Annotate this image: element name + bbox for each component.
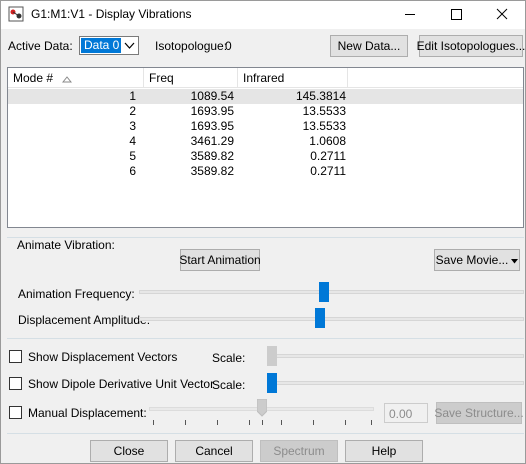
mode-cell: 3	[129, 119, 136, 133]
freq-cell: 3589.82	[190, 164, 234, 178]
displacement-scale-track[interactable]	[267, 354, 524, 358]
manual-displacement-checkbox[interactable]	[9, 406, 22, 419]
show-dipole-derivative-label: Show Dipole Derivative Unit Vector	[28, 377, 215, 391]
slider-tick	[153, 420, 154, 425]
help-button[interactable]: Help	[345, 440, 423, 462]
displacement-amplitude-slider-thumb[interactable]	[315, 308, 325, 328]
active-data-value: Data 0	[81, 38, 121, 53]
table-row[interactable]: 1 1089.54 145.3814	[8, 89, 523, 104]
slider-tick	[217, 420, 218, 425]
displacement-scale-label: Scale:	[212, 351, 246, 365]
mode-cell: 1	[129, 89, 136, 103]
slider-tick	[249, 420, 250, 425]
column-header-mode[interactable]: Mode #	[8, 68, 144, 88]
infrared-cell: 145.3814	[295, 89, 346, 103]
freq-cell: 1089.54	[190, 89, 234, 103]
minimize-icon	[387, 14, 433, 32]
column-mode-label: Mode #	[13, 71, 54, 85]
slider-tick	[262, 420, 263, 425]
slider-tick	[371, 420, 372, 425]
displacement-amplitude-label: Displacement Amplitude:	[18, 313, 151, 327]
slider-tick	[281, 420, 282, 425]
mode-cell: 6	[129, 164, 136, 178]
close-icon	[479, 8, 525, 32]
active-data-select[interactable]: Data 0	[79, 36, 139, 55]
active-data-label: Active Data:	[8, 39, 73, 53]
show-dipole-derivative-checkbox[interactable]	[9, 377, 22, 390]
infrared-cell: 0.2711	[310, 164, 346, 178]
table-row[interactable]: 5 3589.82 0.2711	[8, 149, 523, 164]
manual-displacement-value-field[interactable]: 0.00	[384, 403, 428, 423]
column-header-infrared[interactable]: Infrared	[238, 68, 348, 88]
group-divider	[7, 338, 524, 339]
dropdown-arrow-icon	[511, 253, 519, 267]
edit-isotopologues-button[interactable]: Edit Isotopologues...	[417, 35, 525, 57]
mode-cell: 4	[129, 134, 136, 148]
window-title: G1:M1:V1 - Display Vibrations	[31, 7, 192, 21]
save-movie-button[interactable]: Save Movie...	[434, 249, 520, 271]
infrared-cell: 13.5533	[302, 104, 346, 118]
freq-cell: 3589.82	[190, 149, 234, 163]
dipole-scale-track[interactable]	[267, 381, 524, 385]
cancel-button[interactable]: Cancel	[175, 440, 253, 462]
manual-displacement-slider-thumb[interactable]	[256, 398, 268, 417]
column-freq-label: Freq	[149, 71, 174, 85]
mode-cell: 2	[129, 104, 136, 118]
animation-frequency-slider-thumb[interactable]	[319, 282, 329, 302]
column-infrared-label: Infrared	[243, 71, 285, 85]
infrared-cell: 13.5533	[302, 119, 346, 133]
slider-tick	[185, 420, 186, 425]
infrared-cell: 1.0608	[309, 134, 346, 148]
show-displacement-vectors-checkbox[interactable]	[9, 350, 22, 363]
column-header-freq[interactable]: Freq	[144, 68, 238, 88]
save-movie-label: Save Movie...	[435, 253, 509, 267]
display-vibrations-window: G1:M1:V1 - Display Vibrations Active Dat…	[0, 0, 526, 464]
freq-cell: 1693.95	[190, 104, 234, 118]
new-data-button[interactable]: New Data...	[330, 35, 408, 57]
minimize-button[interactable]	[387, 1, 433, 29]
animation-frequency-track[interactable]	[139, 290, 524, 294]
manual-displacement-label: Manual Displacement:	[28, 406, 147, 420]
start-animation-button[interactable]: Start Animation	[179, 249, 261, 271]
maximize-button[interactable]	[433, 1, 479, 29]
displacement-scale-slider-thumb[interactable]	[267, 346, 277, 366]
save-structure-button[interactable]: Save Structure...	[434, 402, 524, 424]
close-button[interactable]: Close	[90, 440, 168, 462]
molecule-app-icon	[8, 6, 24, 22]
group-divider	[7, 433, 524, 434]
table-row[interactable]: 3 1693.95 13.5533	[8, 119, 523, 134]
freq-cell: 1693.95	[190, 119, 234, 133]
show-displacement-vectors-label: Show Displacement Vectors	[28, 350, 178, 364]
infrared-cell: 0.2711	[310, 149, 346, 163]
table-row[interactable]: 4 3461.29 1.0608	[8, 134, 523, 149]
table-row[interactable]: 6 3589.82 0.2711	[8, 164, 523, 179]
maximize-icon	[433, 9, 479, 32]
spectrum-button[interactable]: Spectrum	[260, 440, 338, 462]
table-row[interactable]: 2 1693.95 13.5533	[8, 104, 523, 119]
animate-vibration-label: Animate Vibration:	[17, 238, 115, 252]
slider-tick	[345, 420, 346, 425]
dipole-scale-label: Scale:	[212, 378, 246, 392]
close-window-button[interactable]	[479, 1, 525, 29]
mode-cell: 5	[129, 149, 136, 163]
chevron-down-icon	[122, 38, 137, 53]
vibrations-table[interactable]: Mode # Freq Infrared 1 1089.54 145.3814 …	[7, 67, 524, 228]
isotopologue-value: 0	[225, 39, 232, 53]
freq-cell: 3461.29	[190, 134, 234, 148]
sort-ascending-icon	[61, 72, 73, 86]
title-bar[interactable]: G1:M1:V1 - Display Vibrations	[1, 1, 525, 29]
table-header: Mode # Freq Infrared	[8, 68, 523, 88]
animation-frequency-label: Animation Frequency:	[18, 287, 135, 301]
slider-tick	[313, 420, 314, 425]
dipole-scale-slider-thumb[interactable]	[267, 373, 277, 393]
isotopologue-label: Isotopologue:	[155, 39, 228, 53]
displacement-amplitude-track[interactable]	[139, 317, 524, 321]
